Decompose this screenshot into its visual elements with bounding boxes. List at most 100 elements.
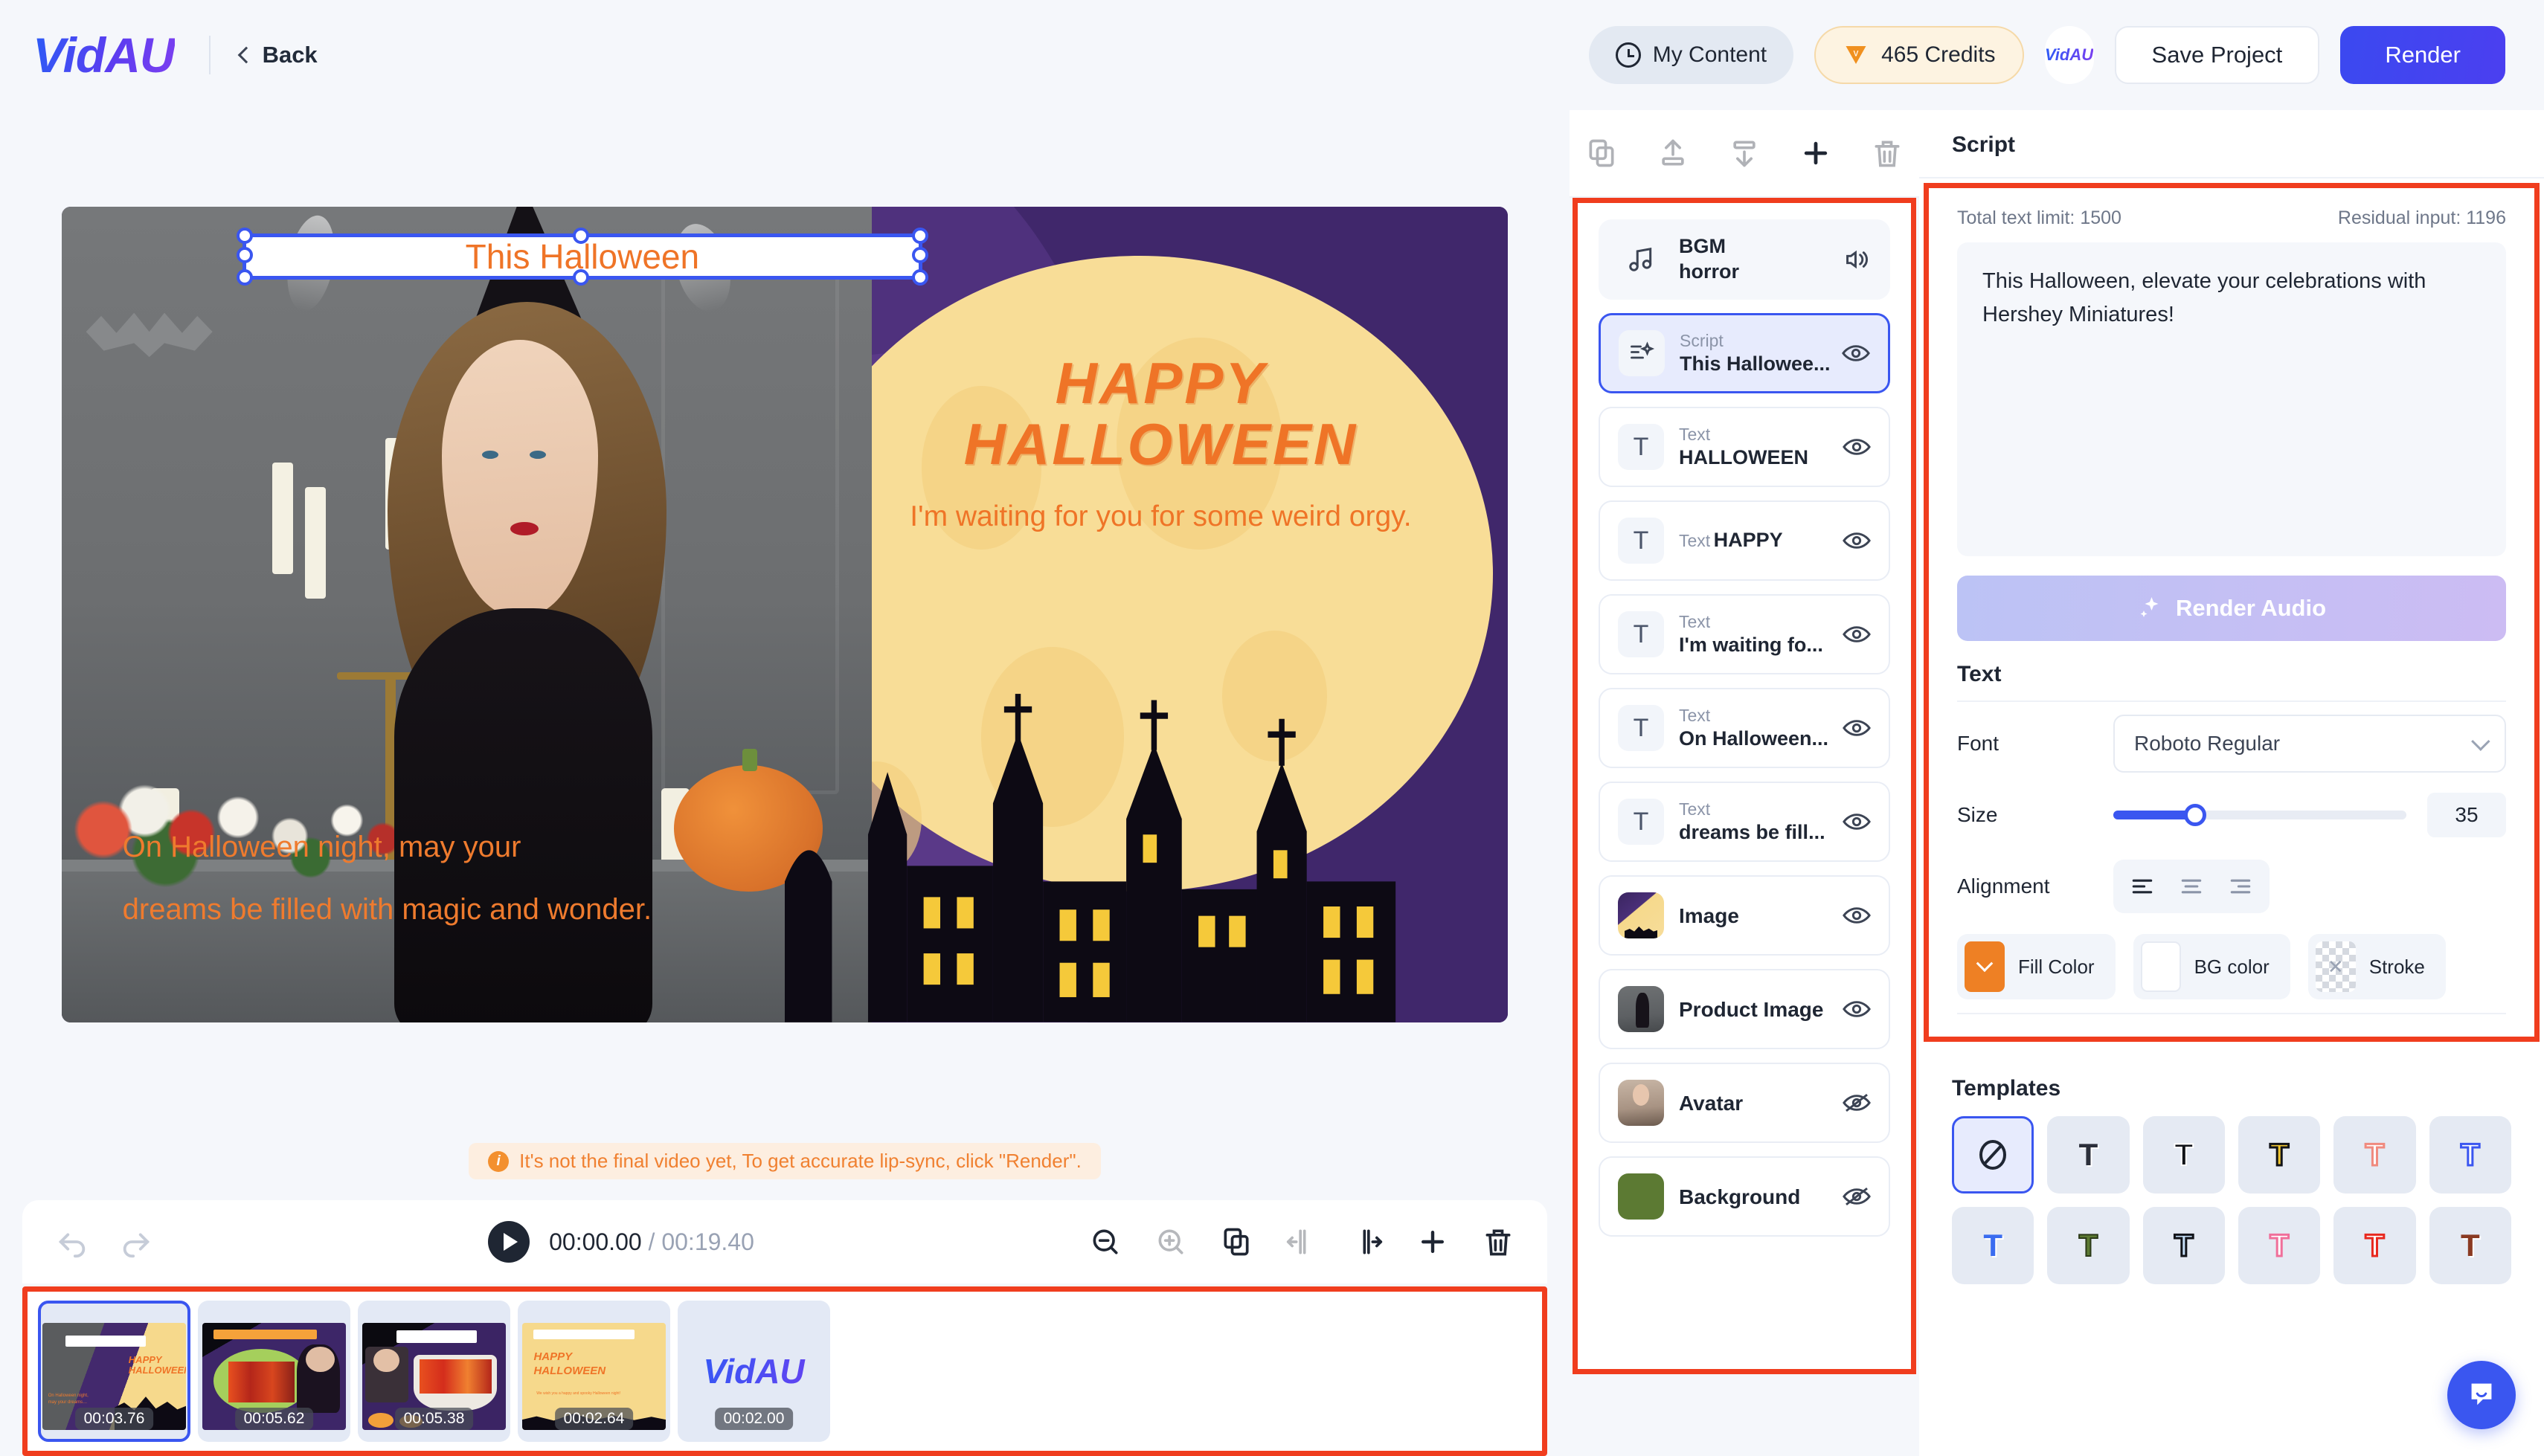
bring-to-front-icon[interactable]: [1657, 137, 1689, 170]
selected-text-box[interactable]: This Halloween: [237, 228, 928, 286]
templates-grid[interactable]: T T T T T T T T T T T: [1952, 1116, 2511, 1284]
render-button[interactable]: Render: [2340, 26, 2505, 84]
size-slider[interactable]: [2113, 804, 2406, 826]
eye-visible-icon[interactable]: [1843, 624, 1871, 645]
zoom-out-icon[interactable]: [1089, 1225, 1122, 1258]
stroke-button[interactable]: Stroke: [2307, 934, 2446, 999]
bottom-line1: On Halloween night, may your: [122, 831, 521, 864]
layer-item-bgm[interactable]: BGM horror: [1599, 219, 1890, 300]
layer-item-text-waiting[interactable]: T Text I'm waiting fo...: [1599, 594, 1890, 674]
layer-item-text-dreams[interactable]: T Text dreams be fill...: [1599, 782, 1890, 862]
size-value-box[interactable]: 35: [2427, 793, 2506, 837]
duplicate-icon[interactable]: [1220, 1225, 1253, 1258]
resize-handle-middle-right[interactable]: [911, 246, 928, 263]
template-7[interactable]: T: [2047, 1207, 2130, 1284]
send-to-back-icon[interactable]: [1728, 137, 1761, 170]
layer-item-text-happy[interactable]: T Text HAPPY: [1599, 500, 1890, 581]
headline-text[interactable]: HAPPY HALLOWEEN: [843, 353, 1479, 475]
layer-item-background[interactable]: Background: [1599, 1156, 1890, 1237]
align-right-button[interactable]: [2217, 866, 2264, 907]
align-center-button[interactable]: [2168, 866, 2214, 907]
video-canvas[interactable]: HAPPY HALLOWEEN I'm waiting for you for …: [62, 207, 1508, 1022]
resize-handle-bottom-right[interactable]: [911, 268, 928, 286]
timeline-clip-5[interactable]: VidAU 00:02.00: [678, 1301, 830, 1442]
template-11[interactable]: T: [2429, 1207, 2511, 1284]
chat-support-button[interactable]: [2447, 1361, 2516, 1429]
add-clip-icon[interactable]: [1416, 1225, 1449, 1258]
resize-handle-bottom-center[interactable]: [572, 268, 589, 286]
render-audio-button[interactable]: Render Audio: [1957, 576, 2506, 641]
layer-item-text-halloween[interactable]: T Text HALLOWEEN: [1599, 407, 1890, 487]
eye-visible-icon[interactable]: [1843, 718, 1871, 738]
vidau-mini-button[interactable]: VidAU: [2044, 26, 2094, 84]
split-left-icon[interactable]: [1285, 1225, 1318, 1258]
template-none[interactable]: [1952, 1116, 2034, 1194]
layer-item-avatar[interactable]: Avatar: [1599, 1063, 1890, 1143]
align-left-button[interactable]: [2119, 866, 2165, 907]
layer-item-text-onhalloween[interactable]: T Text On Halloween...: [1599, 688, 1890, 768]
template-9[interactable]: T: [2238, 1207, 2321, 1284]
bg-color-button[interactable]: BG color: [2133, 934, 2290, 999]
timeline-clip-3[interactable]: 00:05.38: [358, 1301, 510, 1442]
fill-color-button[interactable]: Fill Color: [1957, 934, 2116, 999]
subheadline-text[interactable]: I'm waiting for you for some weird orgy.: [814, 500, 1508, 533]
template-2[interactable]: T: [2142, 1116, 2225, 1194]
resize-handle-middle-left[interactable]: [237, 246, 253, 263]
eye-hidden-icon[interactable]: [1843, 1186, 1871, 1207]
template-6[interactable]: T: [1952, 1207, 2034, 1284]
eye-hidden-icon[interactable]: [1843, 1092, 1871, 1113]
eye-visible-icon[interactable]: [1842, 343, 1870, 364]
undo-icon[interactable]: [55, 1225, 89, 1259]
script-value: This Halloween, elevate your celebration…: [1982, 269, 2426, 326]
template-3[interactable]: T: [2238, 1116, 2321, 1194]
my-content-button[interactable]: My Content: [1588, 26, 1794, 84]
copy-layer-icon[interactable]: [1585, 137, 1618, 170]
delete-layer-icon[interactable]: [1871, 137, 1904, 170]
back-button[interactable]: Back: [237, 42, 318, 68]
layer-item-script[interactable]: Script This Hallowee...: [1599, 313, 1890, 393]
size-slider-knob[interactable]: [2184, 804, 2207, 826]
layer-item-image[interactable]: Image: [1599, 875, 1890, 956]
template-8[interactable]: T: [2142, 1207, 2225, 1284]
template-glyph: T: [2269, 1227, 2290, 1264]
template-10[interactable]: T: [2333, 1207, 2416, 1284]
timeline-clip-1[interactable]: HAPPY HALLOWEEN On Halloween night, may yo…: [38, 1301, 190, 1442]
template-glyph: T: [2364, 1136, 2386, 1173]
script-input[interactable]: This Halloween, elevate your celebration…: [1957, 242, 2506, 556]
add-layer-icon[interactable]: [1799, 137, 1832, 170]
lipsync-warning-banner: i It's not the final video yet, To get a…: [469, 1143, 1101, 1179]
timeline-clip-2[interactable]: 00:05.62: [198, 1301, 350, 1442]
layers-toolbar: [1570, 110, 1919, 198]
layers-list[interactable]: BGM horror Script This Hallowee... T Tex…: [1573, 198, 1916, 1374]
template-5[interactable]: T: [2429, 1116, 2511, 1194]
render-audio-label: Render Audio: [2175, 595, 2327, 621]
eye-visible-icon[interactable]: [1843, 530, 1871, 551]
delete-clip-icon[interactable]: [1482, 1225, 1514, 1258]
template-4[interactable]: T: [2333, 1116, 2416, 1194]
resize-handle-top-left[interactable]: [237, 228, 253, 245]
credits-button[interactable]: v 465 Credits: [1814, 26, 2024, 84]
render-label: Render: [2385, 42, 2461, 68]
eye-visible-icon[interactable]: [1843, 437, 1871, 457]
timeline-clip-4[interactable]: HAPPY HALLOWEEN We wish you a happy and s…: [518, 1301, 670, 1442]
font-select[interactable]: Roboto Regular: [2113, 715, 2506, 773]
chevron-down-icon: [1976, 955, 1994, 973]
resize-handle-bottom-left[interactable]: [237, 268, 253, 286]
bat-decoration-icon: [86, 312, 213, 358]
font-row: Font Roboto Regular: [1957, 708, 2506, 779]
resize-handle-top-right[interactable]: [911, 228, 928, 245]
layer-item-product-image[interactable]: Product Image: [1599, 969, 1890, 1049]
eye-visible-icon[interactable]: [1843, 999, 1871, 1019]
zoom-in-icon[interactable]: [1154, 1225, 1187, 1258]
bottom-copy-text[interactable]: On Halloween night, may your dreams be f…: [123, 816, 817, 941]
redo-icon[interactable]: [119, 1225, 153, 1259]
clip-duration: 00:02.64: [554, 1408, 634, 1430]
template-1[interactable]: T: [2047, 1116, 2130, 1194]
save-project-button[interactable]: Save Project: [2114, 26, 2320, 84]
eye-visible-icon[interactable]: [1843, 811, 1871, 832]
split-right-icon[interactable]: [1351, 1225, 1384, 1258]
resize-handle-top-center[interactable]: [572, 228, 589, 245]
eye-visible-icon[interactable]: [1843, 905, 1871, 926]
play-button[interactable]: [488, 1221, 530, 1263]
volume-icon[interactable]: [1843, 249, 1871, 270]
